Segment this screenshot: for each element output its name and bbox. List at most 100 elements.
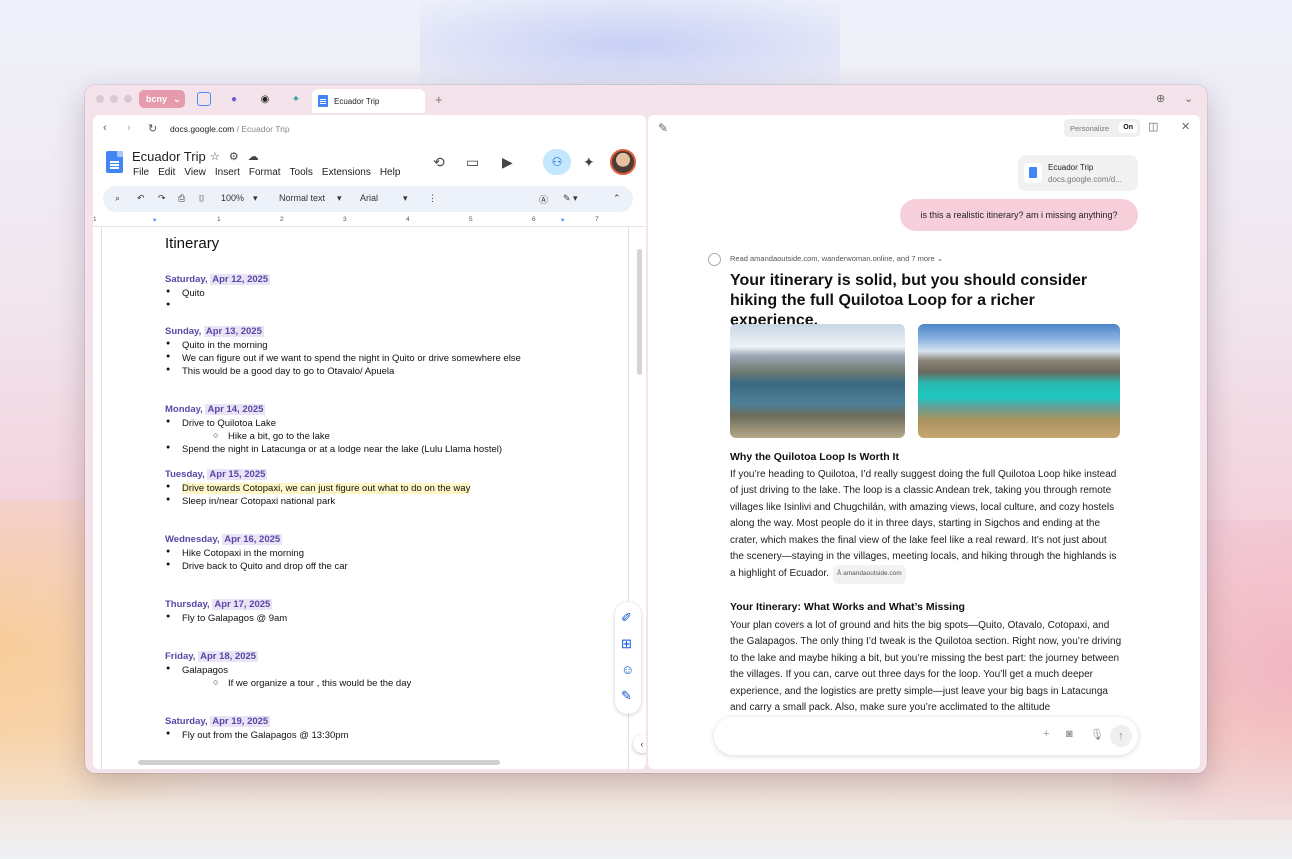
sources-line[interactable]: Read amandaoutside.com, wanderwoman.onli…: [730, 254, 943, 263]
assistant-pane: ✎ Personalize On ◫ ✕ Ecuador Trip docs.g…: [648, 115, 1200, 769]
redo-icon[interactable]: ↷: [158, 193, 166, 204]
menu-help[interactable]: Help: [380, 167, 401, 178]
personalize-toggle[interactable]: Personalize On: [1064, 119, 1140, 137]
menu-file[interactable]: File: [133, 167, 149, 178]
ruler: 1 ▾ 1 2 3 4 5 6 ▾ 7: [93, 215, 646, 227]
new-chat-icon[interactable]: ✎: [658, 121, 668, 135]
document-page[interactable]: Itinerary Saturday, Apr 12, 2025 Quito S…: [101, 227, 629, 769]
ruler-mark: 4: [406, 216, 410, 223]
quilotoa-photo-2[interactable]: [918, 324, 1120, 438]
day-heading: Saturday, Apr 19, 2025: [165, 716, 271, 727]
profile-switcher[interactable]: bcny ⌄: [139, 90, 185, 108]
camera-icon[interactable]: ◙: [1066, 728, 1073, 740]
avatar[interactable]: [610, 149, 636, 175]
profile-name: bcny: [146, 94, 168, 104]
chip-url: docs.google.com/d...: [1048, 175, 1122, 184]
back-icon[interactable]: ‹: [103, 122, 107, 134]
gemini-icon[interactable]: ✦: [583, 154, 595, 171]
list-item: Fly to Galapagos @ 9am: [166, 613, 287, 624]
ruler-mark: 1: [217, 216, 221, 223]
forward-icon[interactable]: ›: [127, 122, 131, 134]
add-person-icon: ⚇: [551, 155, 563, 169]
spellcheck-icon[interactable]: Ⓐ: [539, 193, 548, 206]
pinned-tab-2-icon[interactable]: ●: [227, 92, 241, 106]
search-icon[interactable]: ⌕: [115, 193, 120, 204]
vertical-scrollbar[interactable]: [637, 249, 642, 375]
context-doc-chip[interactable]: Ecuador Trip docs.google.com/d...: [1018, 155, 1138, 191]
emoji-icon[interactable]: ☺: [621, 662, 634, 677]
menu-edit[interactable]: Edit: [158, 167, 175, 178]
day-heading: Monday, Apr 14, 2025: [165, 404, 266, 415]
menu-view[interactable]: View: [184, 167, 206, 178]
minimize-window-button[interactable]: [110, 95, 118, 103]
menu-format[interactable]: Format: [249, 167, 281, 178]
zoom-select[interactable]: 100%: [221, 193, 244, 203]
pinned-tab-3-icon[interactable]: ◉: [258, 92, 272, 106]
suggest-edit-icon[interactable]: ✎: [621, 688, 632, 704]
share-button[interactable]: ⚇: [543, 149, 571, 175]
menu-insert[interactable]: Insert: [215, 167, 240, 178]
title-bar: bcny ⌄ ● ◉ ✦ Ecuador Trip + ⊕ ⌄: [85, 85, 1207, 113]
section-heading: Why the Quilotoa Loop Is Worth It: [730, 451, 899, 463]
menu-bar: File Edit View Insert Format Tools Exten…: [133, 167, 400, 178]
new-tab-icon[interactable]: +: [435, 92, 443, 107]
cloud-status-icon[interactable]: ☁: [248, 150, 259, 163]
send-button[interactable]: ↑: [1110, 725, 1132, 747]
comments-icon[interactable]: ▭: [466, 154, 479, 171]
magic-edit-icon[interactable]: ✐: [621, 610, 632, 626]
sidebar-layout-icon[interactable]: ◫: [1148, 120, 1158, 133]
edit-mode-icon[interactable]: ✎ ▾: [563, 193, 578, 204]
add-comment-icon[interactable]: ⊞: [621, 636, 632, 652]
zoom-window-button[interactable]: [124, 95, 132, 103]
docs-pane: ‹ › ↻ docs.google.com / Ecuador Trip Ecu…: [93, 115, 646, 769]
source-citation[interactable]: Å amandaoutside.com: [832, 565, 906, 584]
horizontal-scrollbar[interactable]: [138, 760, 500, 765]
close-window-button[interactable]: [96, 95, 104, 103]
document-heading: Itinerary: [165, 235, 220, 252]
docs-header: Ecuador Trip ☆ ⚙ ☁ File Edit View Insert…: [93, 145, 646, 185]
menu-tools[interactable]: Tools: [290, 167, 313, 178]
docs-logo-icon[interactable]: [106, 151, 123, 173]
history-icon[interactable]: ⟲: [433, 154, 445, 171]
tab-ecuador-trip[interactable]: Ecuador Trip: [312, 89, 425, 113]
close-icon[interactable]: ✕: [1181, 120, 1190, 133]
ruler-mark: 3: [343, 216, 347, 223]
plus-icon[interactable]: +: [1043, 728, 1049, 740]
download-icon[interactable]: ⊕: [1156, 92, 1165, 105]
chat-input[interactable]: [730, 727, 1030, 738]
url-field[interactable]: docs.google.com / Ecuador Trip: [170, 124, 290, 134]
microphone-icon[interactable]: 🎙: [1090, 728, 1104, 741]
pinned-tab-1-icon[interactable]: [197, 92, 211, 106]
font-select[interactable]: Arial: [360, 193, 378, 203]
day-heading: Thursday, Apr 17, 2025: [165, 599, 273, 610]
address-bar: ‹ › ↻ docs.google.com / Ecuador Trip: [93, 115, 646, 143]
browser-window: bcny ⌄ ● ◉ ✦ Ecuador Trip + ⊕ ⌄ ‹ › ↻ doc…: [85, 85, 1207, 773]
day-heading: Sunday, Apr 13, 2025: [165, 326, 264, 337]
star-icon[interactable]: ☆: [210, 150, 220, 163]
chevron-down-icon: ▾: [253, 193, 258, 203]
meet-icon[interactable]: ▶: [502, 154, 513, 171]
list-item: Quito in the morning: [166, 340, 267, 351]
collapse-toolbar-icon[interactable]: ⌃: [613, 193, 621, 204]
pinned-tab-4-icon[interactable]: ✦: [289, 92, 303, 106]
move-icon[interactable]: ⚙: [229, 150, 239, 163]
document-title[interactable]: Ecuador Trip: [132, 149, 206, 164]
ruler-mark: 1: [93, 216, 97, 223]
quilotoa-photo-1[interactable]: [730, 324, 905, 438]
day-heading: Friday, Apr 18, 2025: [165, 651, 259, 662]
list-subitem: Hike a bit, go to the lake: [213, 430, 330, 442]
print-icon[interactable]: ⎙: [178, 193, 185, 204]
docs-favicon-icon: [318, 95, 328, 107]
more-icon[interactable]: ⋮: [428, 193, 437, 204]
menu-extensions[interactable]: Extensions: [322, 167, 371, 178]
collapse-panel-icon[interactable]: ‹: [633, 735, 646, 753]
undo-icon[interactable]: ↶: [137, 193, 145, 204]
reload-icon[interactable]: ↻: [148, 122, 157, 135]
paint-format-icon[interactable]: ⌷: [199, 193, 204, 204]
chevron-down-icon[interactable]: ⌄: [1184, 92, 1193, 105]
style-select[interactable]: Normal text: [279, 193, 325, 203]
list-item: Spend the night in Latacunga or at a lod…: [166, 444, 502, 455]
side-tools: ✐ ⊞ ☺ ✎: [615, 602, 641, 714]
list-item-highlighted: Drive towards Cotopaxi, we can just figu…: [166, 483, 471, 494]
ruler-mark: 6: [532, 216, 536, 223]
